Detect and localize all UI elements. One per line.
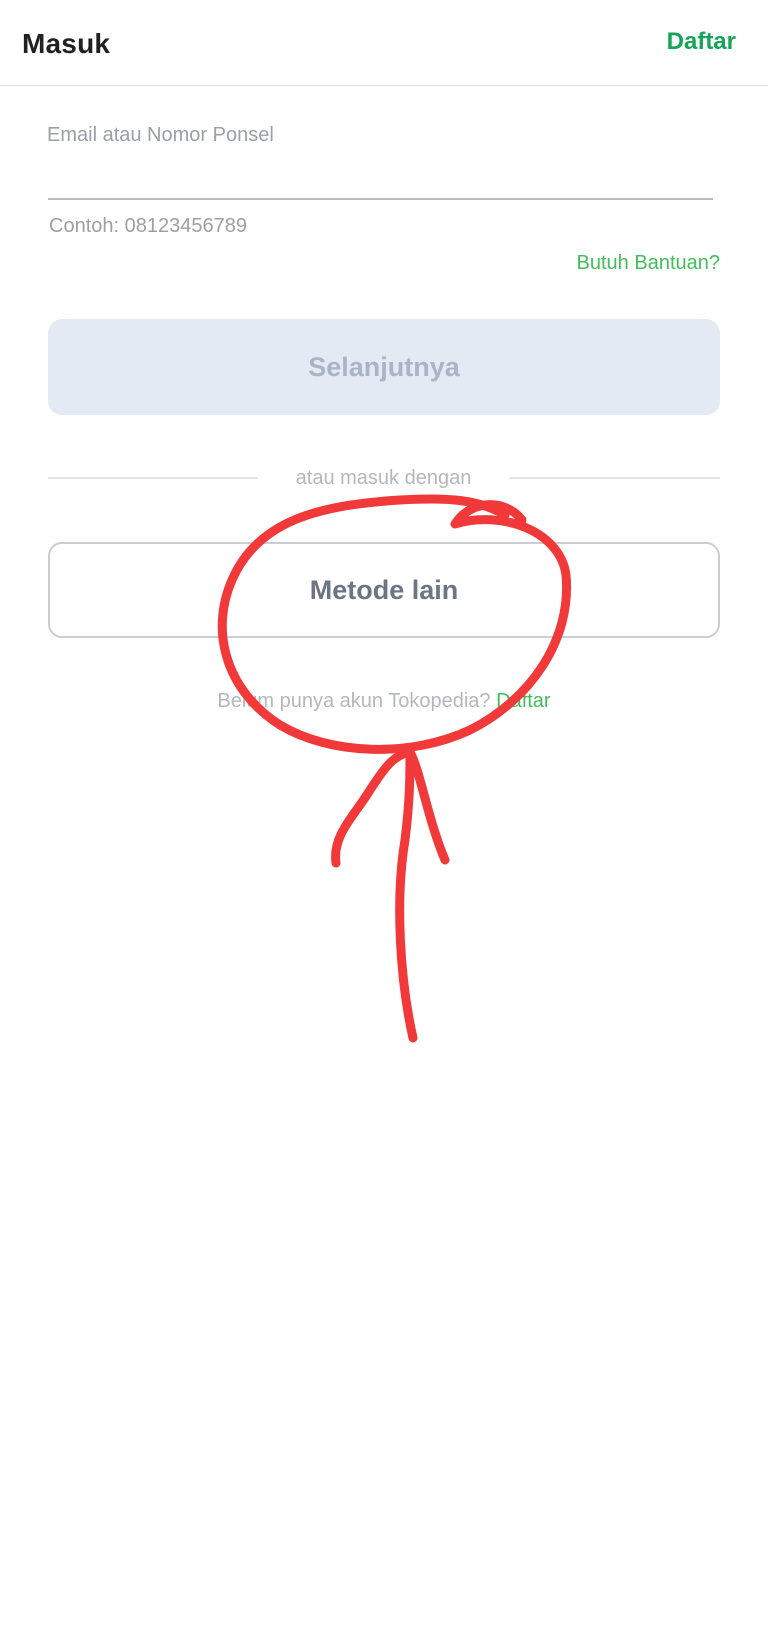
annotation-arrow-shaft — [395, 747, 418, 1043]
email-phone-input[interactable] — [48, 150, 713, 200]
red-annotation — [217, 494, 572, 1043]
next-button[interactable]: Selanjutnya — [48, 319, 720, 415]
register-button[interactable]: Daftar — [667, 28, 736, 56]
signup-link[interactable]: Daftar — [496, 690, 550, 712]
email-phone-label: Email atau Nomor Ponsel — [47, 124, 274, 146]
signup-prompt: Belum punya akun Tokopedia? Daftar — [0, 690, 768, 713]
page-title: Masuk — [22, 28, 111, 59]
annotation-arrow-head — [331, 747, 450, 868]
divider-text: atau masuk dengan — [295, 467, 472, 489]
signup-question: Belum punya akun Tokopedia? — [217, 690, 491, 712]
app-header: Masuk Daftar — [0, 0, 768, 86]
other-method-button[interactable]: Metode lain — [48, 542, 720, 638]
help-link[interactable]: Butuh Bantuan? — [577, 252, 720, 275]
email-phone-hint: Contoh: 08123456789 — [49, 215, 247, 237]
divider-right — [509, 477, 720, 479]
divider-left — [48, 477, 258, 479]
